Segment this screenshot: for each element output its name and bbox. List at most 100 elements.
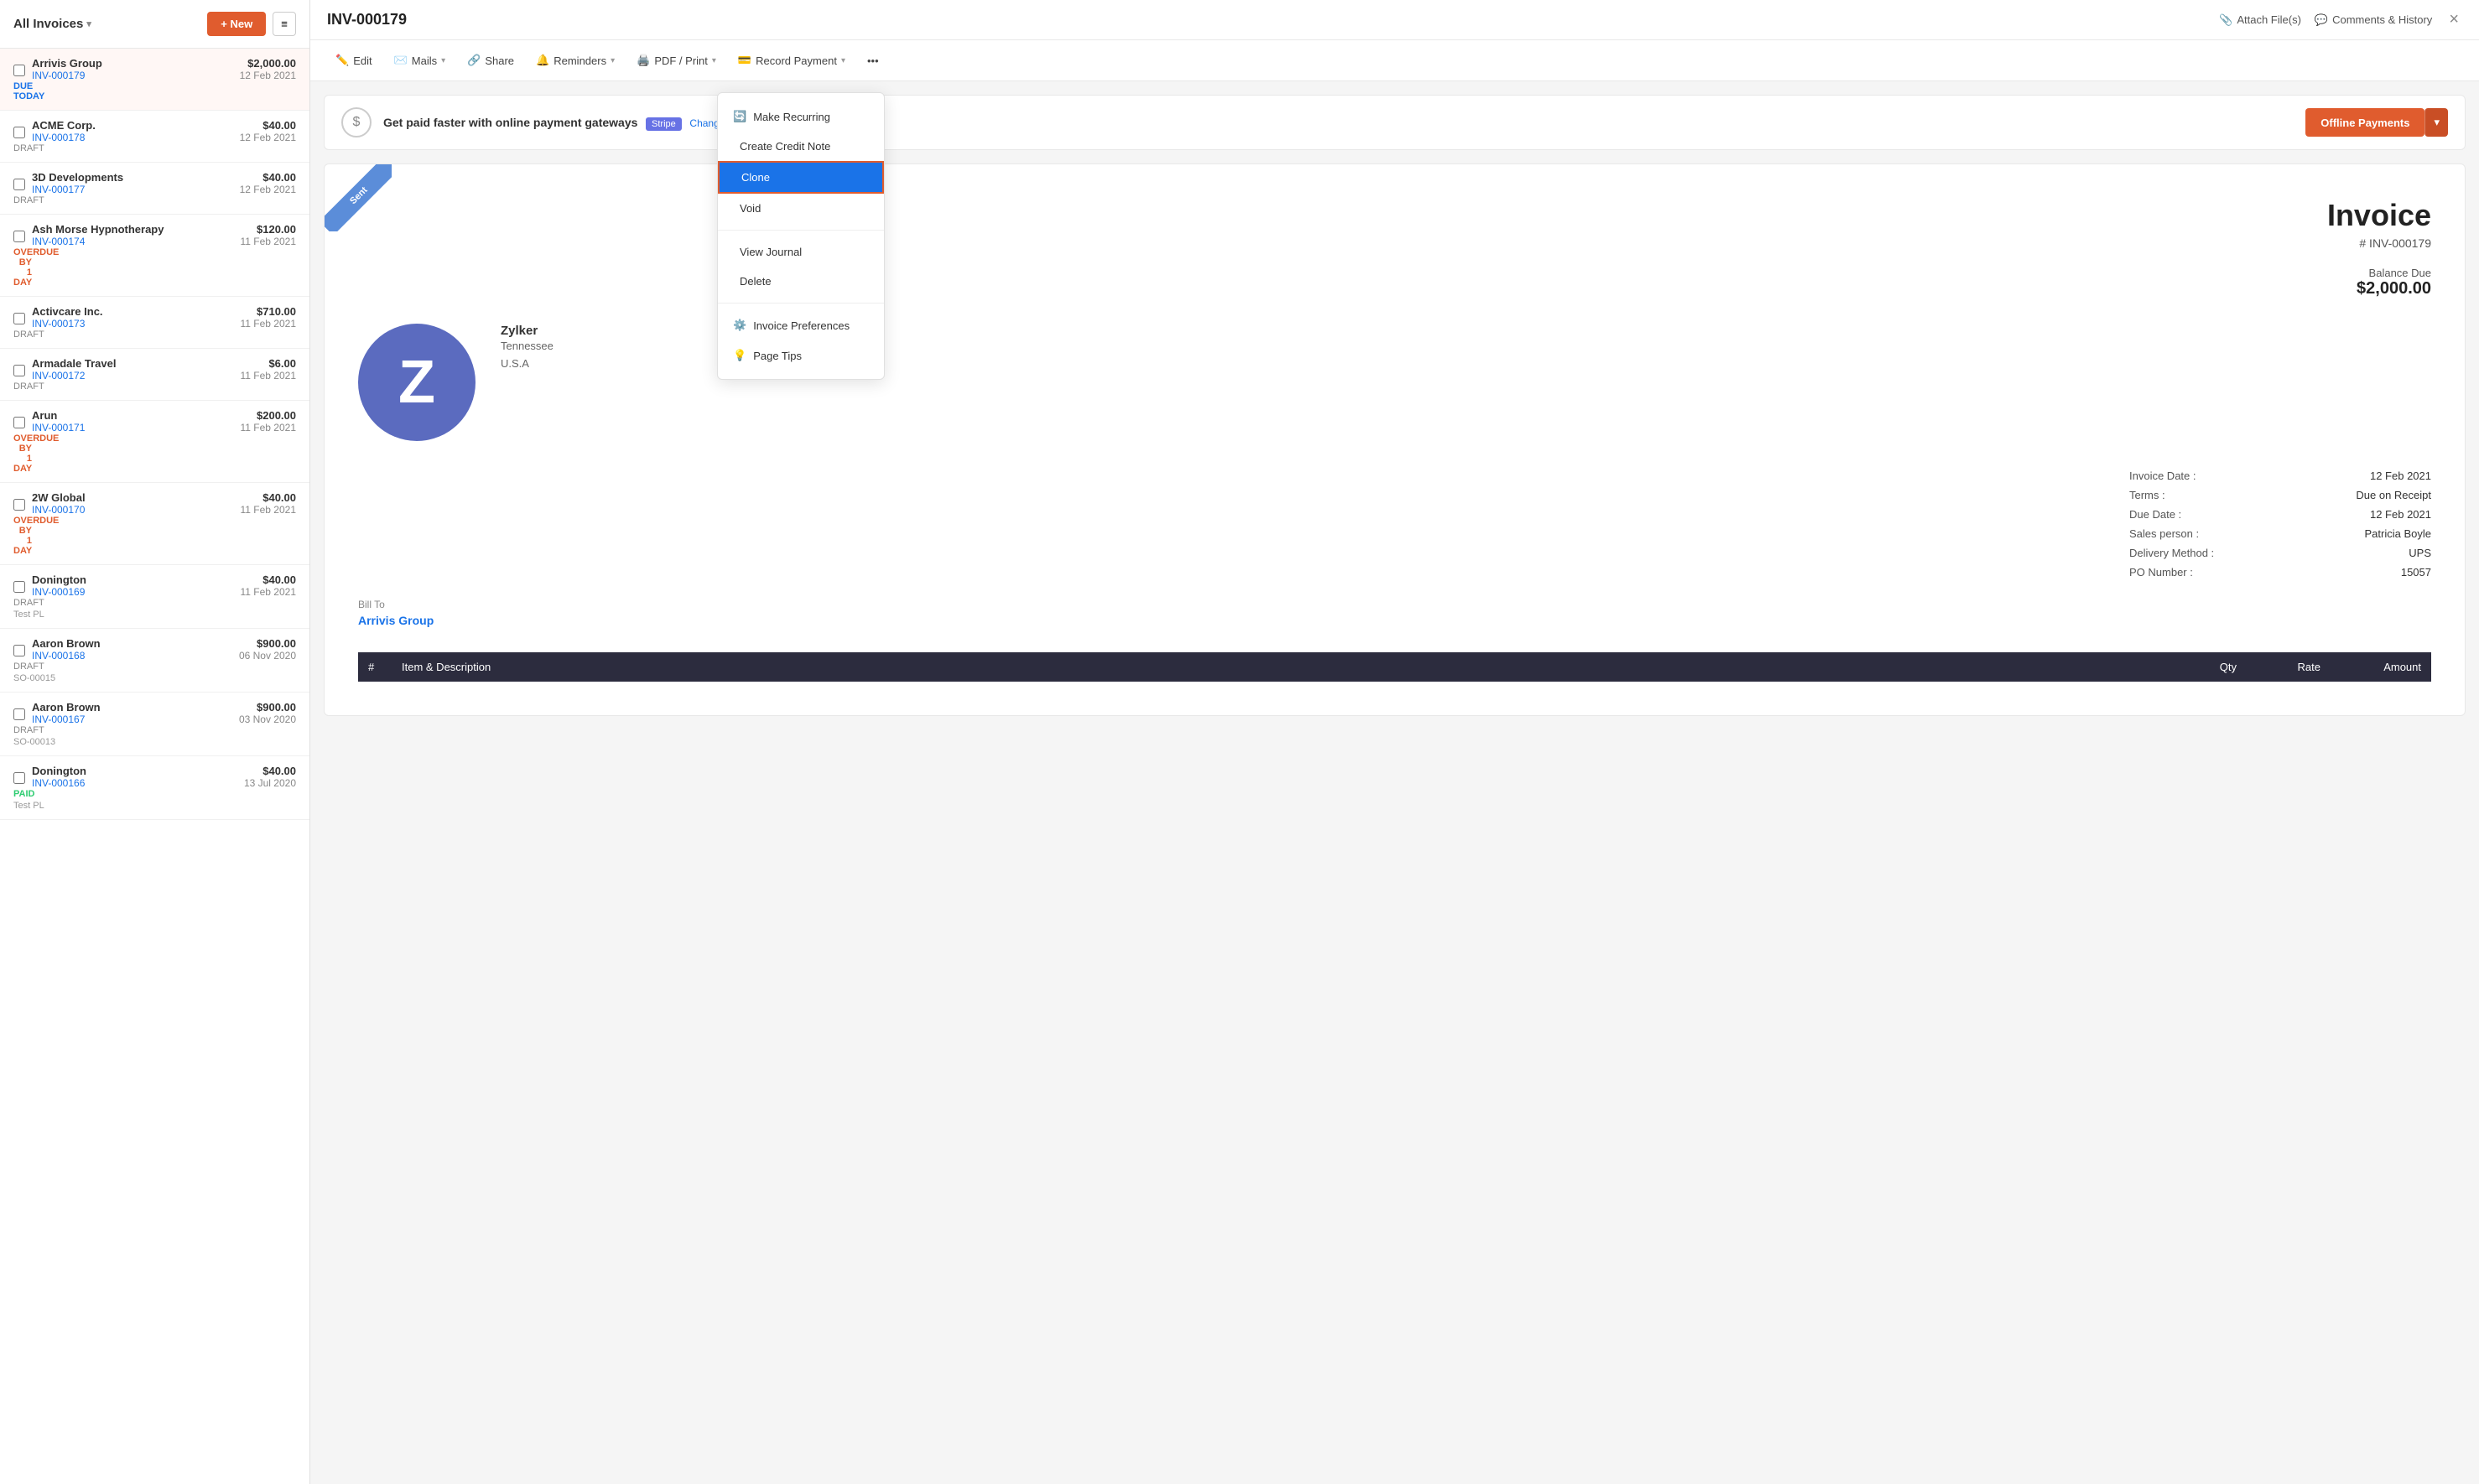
list-item[interactable]: ACME Corp. $40.00 INV-000178 12 Feb 2021… <box>0 111 309 163</box>
item-inv[interactable]: INV-000169 <box>32 586 237 598</box>
company-name: Zylker <box>501 324 538 338</box>
clone-item[interactable]: Clone <box>718 161 884 194</box>
item-checkbox[interactable] <box>13 645 25 656</box>
salesperson-value: Patricia Boyle <box>2365 527 2431 540</box>
close-button[interactable]: × <box>2445 10 2462 29</box>
due-date-row: Due Date : 12 Feb 2021 <box>2129 505 2431 524</box>
item-name: Arrivis Group <box>32 57 236 70</box>
edit-button[interactable]: ✏️ Edit <box>327 49 381 72</box>
attach-files-link[interactable]: 📎 Attach File(s) <box>2219 13 2301 27</box>
item-name: Donington <box>32 765 242 777</box>
item-status: DRAFT <box>13 195 32 205</box>
list-item[interactable]: Activcare Inc. $710.00 INV-000173 11 Feb… <box>0 297 309 349</box>
bill-to-name[interactable]: Arrivis Group <box>358 614 2431 627</box>
item-name: Arun <box>32 409 237 422</box>
delete-item[interactable]: Delete <box>718 267 884 296</box>
void-item[interactable]: Void <box>718 194 884 223</box>
salesperson-row: Sales person : Patricia Boyle <box>2129 524 2431 543</box>
share-icon: 🔗 <box>467 54 481 67</box>
delete-label: Delete <box>740 275 772 288</box>
page-tips-item[interactable]: 💡 Page Tips <box>718 340 884 371</box>
gateway-banner: $ Get paid faster with online payment ga… <box>324 95 2466 150</box>
col-amount: Amount <box>2331 652 2431 682</box>
item-inv[interactable]: INV-000179 <box>32 70 236 81</box>
pdf-print-button[interactable]: 🖨️ PDF / Print ▾ <box>628 49 725 72</box>
company-section: Z Zylker Tennessee U.S.A <box>358 324 2431 441</box>
item-sub: SO-00013 <box>13 737 296 747</box>
void-label: Void <box>740 202 761 215</box>
invoice-date-label: Invoice Date : <box>2129 470 2210 482</box>
item-inv[interactable]: INV-000166 <box>32 777 242 789</box>
item-checkbox[interactable] <box>13 499 25 511</box>
make-recurring-item[interactable]: 🔄 Make Recurring <box>718 101 884 132</box>
menu-button[interactable]: ≡ <box>273 12 296 36</box>
list-item[interactable]: Aaron Brown $900.00 INV-000167 03 Nov 20… <box>0 693 309 756</box>
item-inv[interactable]: INV-000178 <box>32 132 236 143</box>
sidebar-title[interactable]: All Invoices ▾ <box>13 17 91 31</box>
list-item[interactable]: Arun $200.00 INV-000171 11 Feb 2021 OVER… <box>0 401 309 483</box>
item-checkbox[interactable] <box>13 65 25 76</box>
item-checkbox[interactable] <box>13 708 25 720</box>
company-info: Zylker Tennessee U.S.A <box>501 324 553 373</box>
list-item[interactable]: 3D Developments $40.00 INV-000177 12 Feb… <box>0 163 309 215</box>
content-area: $ Get paid faster with online payment ga… <box>310 81 2479 1484</box>
new-button[interactable]: + New <box>207 12 266 36</box>
item-inv[interactable]: INV-000168 <box>32 650 236 662</box>
item-status: OVERDUE BY 1 DAY <box>13 247 32 288</box>
comments-history-link[interactable]: 💬 Comments & History <box>2315 13 2432 27</box>
record-payment-button[interactable]: 💳 Record Payment ▾ <box>730 49 854 72</box>
list-item[interactable]: Armadale Travel $6.00 INV-000172 11 Feb … <box>0 349 309 401</box>
reminders-button[interactable]: 🔔 Reminders ▾ <box>528 49 623 72</box>
offline-payments-dropdown-button[interactable]: ▾ <box>2424 108 2448 137</box>
offline-payments-button[interactable]: Offline Payments <box>2305 108 2424 137</box>
create-credit-note-item[interactable]: Create Credit Note <box>718 132 884 161</box>
item-checkbox[interactable] <box>13 365 25 376</box>
col-rate: Rate <box>2247 652 2331 682</box>
item-checkbox[interactable] <box>13 313 25 324</box>
edit-label: Edit <box>353 54 372 67</box>
item-sub: Test PL <box>13 801 296 811</box>
list-item[interactable]: Ash Morse Hypnotherapy $120.00 INV-00017… <box>0 215 309 297</box>
clone-label: Clone <box>741 171 770 184</box>
item-inv[interactable]: INV-000177 <box>32 184 236 195</box>
item-inv[interactable]: INV-000167 <box>32 713 236 725</box>
list-item[interactable]: 2W Global $40.00 INV-000170 11 Feb 2021 … <box>0 483 309 565</box>
edit-icon: ✏️ <box>335 54 349 67</box>
item-amount: $6.00 <box>237 357 296 370</box>
item-checkbox[interactable] <box>13 179 25 190</box>
item-inv[interactable]: INV-000173 <box>32 318 237 329</box>
item-checkbox[interactable] <box>13 581 25 593</box>
item-checkbox[interactable] <box>13 772 25 784</box>
item-inv[interactable]: INV-000174 <box>32 236 237 247</box>
item-inv[interactable]: INV-000171 <box>32 422 237 433</box>
more-icon: ••• <box>867 54 879 67</box>
list-item[interactable]: Arrivis Group $2,000.00 INV-000179 12 Fe… <box>0 49 309 111</box>
item-status: OVERDUE BY 1 DAY <box>13 433 32 474</box>
list-item[interactable]: Donington $40.00 INV-000166 13 Jul 2020 … <box>0 756 309 820</box>
item-inv[interactable]: INV-000172 <box>32 370 237 381</box>
item-amount: $900.00 <box>236 701 296 713</box>
reminders-chevron-icon: ▾ <box>611 56 615 65</box>
list-item[interactable]: Aaron Brown $900.00 INV-000168 06 Nov 20… <box>0 629 309 693</box>
invoice-preferences-label: Invoice Preferences <box>753 319 850 332</box>
item-inv[interactable]: INV-000170 <box>32 504 237 516</box>
item-date: 12 Feb 2021 <box>236 70 296 81</box>
share-button[interactable]: 🔗 Share <box>459 49 522 72</box>
item-checkbox[interactable] <box>13 417 25 428</box>
dropdown-menu: 🔄 Make Recurring Create Credit Note Clon… <box>717 92 885 380</box>
gear-icon: ⚙️ <box>733 319 746 332</box>
paperclip-icon: 📎 <box>2219 13 2232 27</box>
invoice-number: # INV-000179 <box>2327 236 2431 250</box>
invoice-preferences-item[interactable]: ⚙️ Invoice Preferences <box>718 310 884 340</box>
item-checkbox[interactable] <box>13 231 25 242</box>
list-item[interactable]: Donington $40.00 INV-000169 11 Feb 2021 … <box>0 565 309 629</box>
delivery-method-label: Delivery Method : <box>2129 547 2227 559</box>
po-label: PO Number : <box>2129 566 2206 579</box>
company-logo: Z <box>358 324 476 441</box>
item-checkbox[interactable] <box>13 127 25 138</box>
more-options-button[interactable]: ••• <box>859 49 887 72</box>
dropdown-section-2: View Journal Delete <box>718 234 884 299</box>
view-journal-item[interactable]: View Journal <box>718 237 884 267</box>
view-journal-label: View Journal <box>740 246 802 258</box>
mails-button[interactable]: ✉️ Mails ▾ <box>386 49 455 72</box>
